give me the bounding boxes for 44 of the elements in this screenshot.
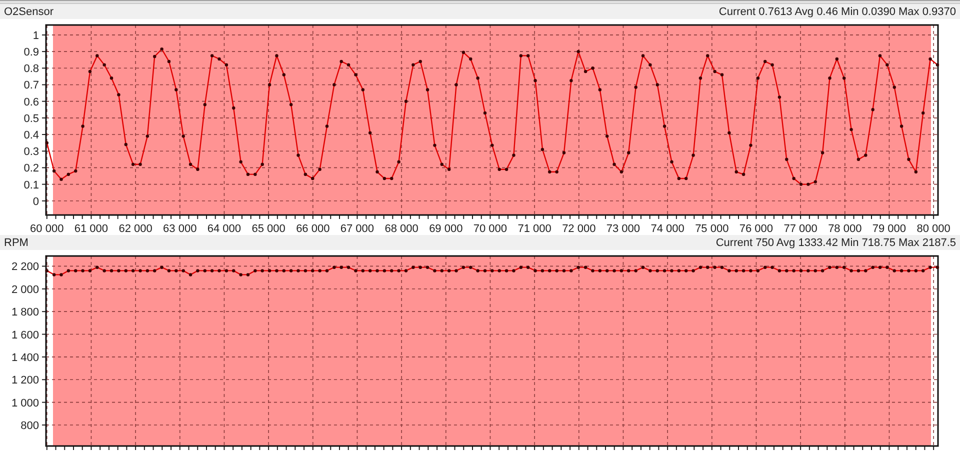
x-axis-label: 63 000 <box>163 223 197 235</box>
x-axis-label: 78 000 <box>828 223 862 235</box>
x-axis-label: 67 000 <box>340 223 374 235</box>
x-axis-label: 77 000 <box>784 223 818 235</box>
y-axis-label: 1 200 <box>11 374 39 387</box>
y-axis-label: 2 000 <box>11 284 39 296</box>
y-axis-label: 0.6 <box>24 96 39 108</box>
panel-title: RPM <box>4 236 28 248</box>
stats-text: Current 750 Avg 1333.42 Min 718.75 Max 2187.5 <box>716 236 956 248</box>
x-axis-label: 60 000 <box>30 223 64 235</box>
y-axis-label: 1 400 <box>11 352 39 364</box>
stats-text: Current 0.7613 Avg 0.46 Min 0.0390 Max 0.9370 <box>718 6 956 18</box>
y-axis-label: 0.2 <box>24 162 39 175</box>
y-axis-label: 0.8 <box>24 63 39 76</box>
y-axis-label: 1 600 <box>11 329 39 342</box>
y-axis-label: 2 200 <box>11 261 39 274</box>
x-axis-label: 66 000 <box>296 223 330 235</box>
x-axis-label: 76 000 <box>739 223 774 235</box>
y-axis-label: 0.7 <box>24 80 39 92</box>
y-axis-label: 0.9 <box>24 46 39 59</box>
y-axis-label: 0.5 <box>24 112 39 125</box>
y-axis-label: 0.3 <box>24 146 39 158</box>
x-axis-label: 79 000 <box>872 223 906 235</box>
x-axis-label: 74 000 <box>650 223 684 235</box>
y-axis-label: 0 <box>32 196 39 208</box>
y-axis-label: 1 <box>32 30 39 42</box>
y-axis-label: 0.4 <box>24 130 39 142</box>
x-axis-label: 71 000 <box>518 223 552 235</box>
x-axis-label: 80 000 <box>916 223 950 235</box>
x-axis-label: 69 000 <box>429 223 463 235</box>
y-axis-label: 1 800 <box>11 306 39 319</box>
x-axis-label: 73 000 <box>606 223 640 235</box>
y-axis-label: 0.1 <box>24 179 39 192</box>
x-axis-label: 64 000 <box>207 223 242 235</box>
x-axis-label: 65 000 <box>252 223 286 235</box>
x-axis-label: 72 000 <box>562 223 596 235</box>
x-axis-label: 61 000 <box>74 223 108 235</box>
panel-title: O2Sensor <box>4 6 54 18</box>
x-axis-label: 68 000 <box>384 223 418 235</box>
y-axis-label: 800 <box>20 420 39 432</box>
x-axis-label: 75 000 <box>695 223 729 235</box>
x-axis-label: 70 000 <box>473 223 508 235</box>
x-axis-label: 62 000 <box>118 223 152 235</box>
y-axis-label: 1 000 <box>11 397 39 410</box>
